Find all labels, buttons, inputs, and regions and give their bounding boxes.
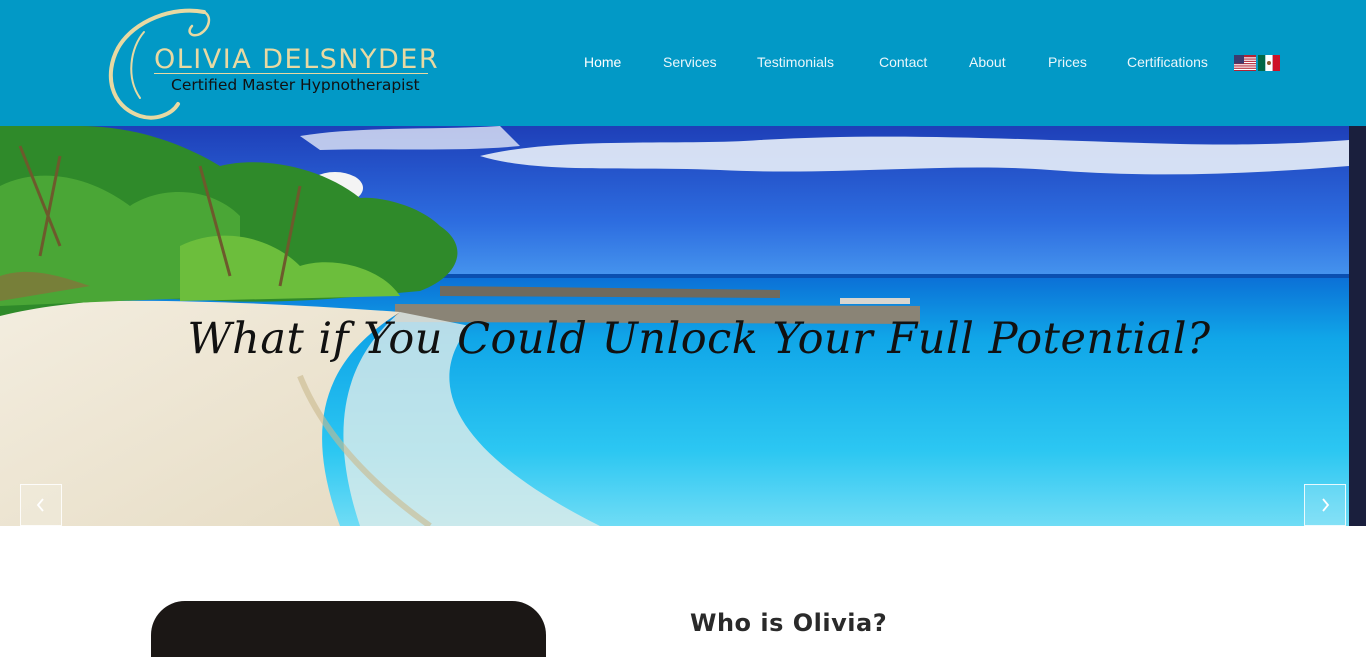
- chevron-right-icon: [1322, 498, 1330, 512]
- site-header: OLIVIA DELSNYDER Certified Master Hypnot…: [0, 0, 1366, 126]
- hero-caption: What if You Could Unlock Your Full Poten…: [187, 314, 1211, 364]
- slider-edge: [1349, 126, 1366, 526]
- olivia-photo: [151, 601, 546, 657]
- mexico-flag-icon[interactable]: [1258, 55, 1280, 71]
- nav-about[interactable]: About: [969, 54, 1006, 70]
- nav-home[interactable]: Home: [584, 54, 621, 70]
- nav-prices[interactable]: Prices: [1048, 54, 1087, 70]
- logo-tagline: Certified Master Hypnotherapist: [171, 76, 420, 94]
- nav-contact[interactable]: Contact: [879, 54, 927, 70]
- nav-certifications[interactable]: Certifications: [1127, 54, 1208, 70]
- nav-services[interactable]: Services: [663, 54, 717, 70]
- site-logo[interactable]: OLIVIA DELSNYDER Certified Master Hypnot…: [104, 8, 438, 120]
- nav-testimonials[interactable]: Testimonials: [757, 54, 834, 70]
- hero-slider: What if You Could Unlock Your Full Poten…: [0, 126, 1349, 526]
- carousel-next-button[interactable]: [1304, 484, 1346, 526]
- chevron-left-icon: [36, 498, 44, 512]
- logo-name: OLIVIA DELSNYDER: [154, 44, 440, 75]
- logo-divider: [154, 73, 428, 74]
- carousel-prev-button[interactable]: [20, 484, 62, 526]
- section-title-who-is-olivia: Who is Olivia?: [690, 609, 888, 637]
- us-flag-icon[interactable]: [1234, 55, 1256, 71]
